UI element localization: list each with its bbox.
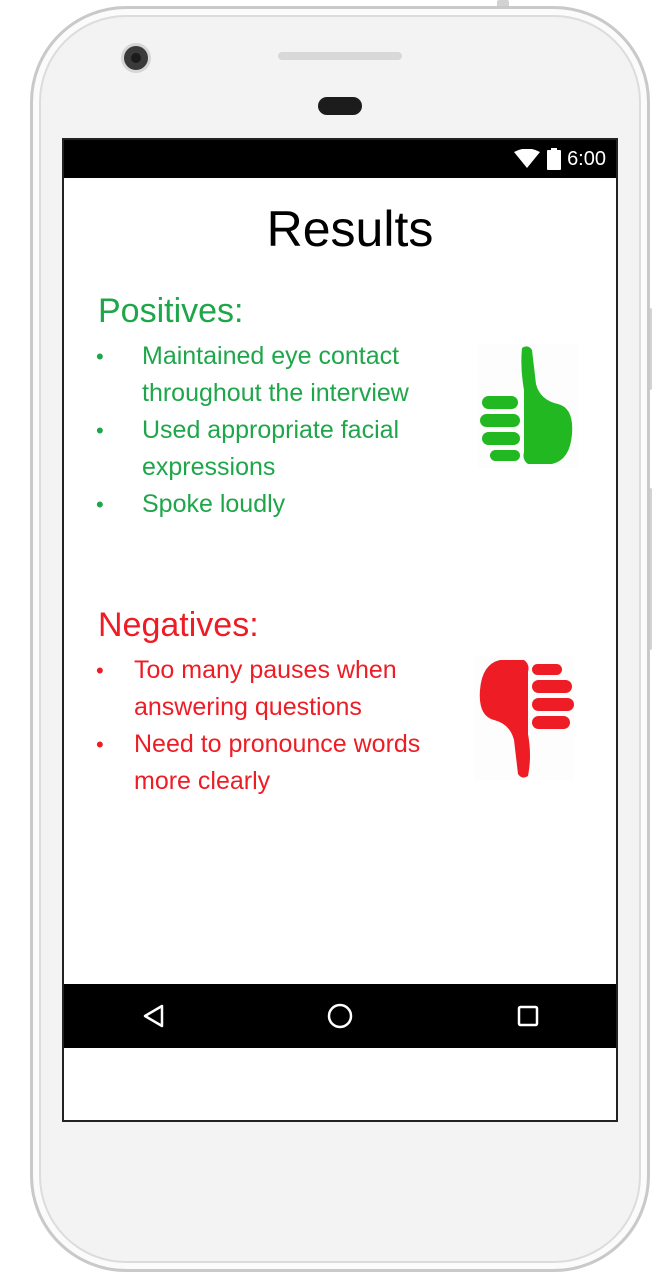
negative-item-2: Need to pronounce words more clearly	[134, 730, 421, 795]
device-frame-stage: 6:00 Results Positives: • Maintained eye…	[0, 0, 672, 1282]
list-item: • Maintained eye contact throughout the …	[94, 338, 474, 412]
positive-item-3: Spoke loudly	[142, 490, 286, 518]
list-item: • Need to pronounce words more clearly	[94, 726, 474, 800]
battery-icon	[547, 148, 562, 170]
earpiece-speaker	[278, 52, 402, 60]
positive-item-2: Used appropriate facial expressions	[142, 416, 400, 481]
thumbs-down-icon	[474, 656, 574, 780]
negatives-heading: Negatives:	[98, 606, 259, 644]
status-time: 6:00	[567, 147, 606, 170]
screen-bottom-area	[64, 1048, 616, 1120]
recents-button[interactable]	[508, 996, 548, 1036]
back-button[interactable]	[134, 996, 174, 1036]
back-icon	[143, 1004, 164, 1028]
bullet-dot: •	[96, 658, 104, 683]
navigation-bar	[64, 984, 616, 1048]
status-icons: 6:00	[513, 148, 606, 170]
page-title: Results	[266, 201, 434, 257]
bullet-dot: •	[96, 492, 104, 517]
list-item: • Too many pauses when answering questio…	[94, 652, 474, 726]
list-item: • Spoke loudly	[94, 486, 474, 523]
positive-item-1: Maintained eye contact throughout the in…	[142, 342, 409, 407]
phone-screen: 6:00 Results Positives: • Maintained eye…	[62, 138, 618, 1122]
recents-icon	[517, 1005, 539, 1027]
front-camera	[124, 46, 148, 70]
status-bar: 6:00	[64, 140, 616, 178]
proximity-sensor	[318, 97, 362, 115]
thumbs-up-icon	[478, 344, 578, 468]
positives-heading: Positives:	[98, 292, 244, 330]
home-button[interactable]	[320, 996, 360, 1036]
negative-item-1: Too many pauses when answering questions	[134, 656, 397, 721]
bullet-dot: •	[96, 418, 104, 443]
list-item: • Used appropriate facial expressions	[94, 412, 474, 486]
bullet-dot: •	[96, 732, 104, 757]
negatives-list: • Too many pauses when answering questio…	[94, 652, 474, 800]
home-icon	[327, 1003, 353, 1029]
positives-list: • Maintained eye contact throughout the …	[94, 338, 474, 523]
wifi-icon	[514, 149, 541, 168]
results-content: Results Positives: • Maintained eye cont…	[64, 178, 616, 984]
bullet-dot: •	[96, 344, 104, 369]
